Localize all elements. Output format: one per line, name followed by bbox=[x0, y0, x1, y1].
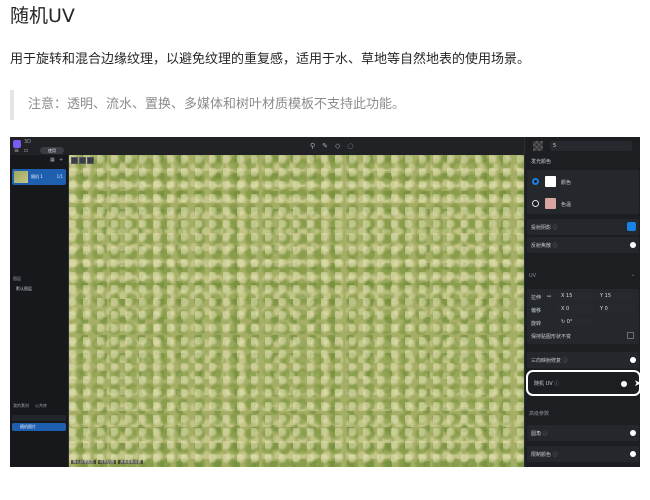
help-icon[interactable]: ⓘ bbox=[563, 358, 568, 364]
number-input[interactable]: 5 bbox=[550, 141, 632, 151]
limit-color-row: 限制颜色 ⓘ bbox=[527, 446, 639, 462]
app-name: 3D bbox=[24, 139, 32, 145]
triplanar-toggle[interactable] bbox=[630, 357, 636, 363]
layer-header: 图层 bbox=[13, 276, 21, 281]
library-item[interactable]: 随机图片 bbox=[12, 423, 66, 431]
limit-color-label: 限制颜色 ⓘ bbox=[531, 452, 558, 458]
link-icon[interactable]: ⚯ bbox=[547, 294, 551, 300]
square-icon[interactable]: ◇ bbox=[335, 142, 340, 150]
status-chip: 默认纹理图层 bbox=[71, 460, 96, 464]
uv-settings: 拉伸 ⚯ X 15 Y 15 偏移 X 0 Y 0 旋转 ↻ 0° 保持贴图形状… bbox=[527, 289, 639, 344]
save-button[interactable]: 使用 bbox=[40, 147, 64, 154]
offset-x-input[interactable]: X 0 bbox=[558, 305, 594, 313]
viewport-status-bar: 默认纹理图层 材质贴图 其他参数设置 bbox=[71, 460, 145, 465]
doc-title: 随机UV bbox=[10, 5, 75, 27]
triplanar-label: 三向映射修复 ⓘ bbox=[531, 358, 568, 364]
offset-label: 偏移 bbox=[531, 308, 542, 314]
properties-panel: 5 发光颜色 颜色 色温 投射阴影 ⓘ 反射焦散 ⓘ UV ⌄ 拉伸 ⚯ X 1… bbox=[524, 137, 640, 467]
left-panel: ▦ + 随机 1 1/1 图层 默认图层 我的素材 公共库 随机图片 bbox=[10, 155, 69, 467]
chevron-down-icon[interactable]: ⌄ bbox=[631, 272, 635, 278]
doc-description: 用于旋转和混合边缘纹理，以避免纹理的重复感，适用于水、草地等自然地表的使用场景。 bbox=[10, 52, 531, 67]
tile-x-input[interactable]: X 15 bbox=[558, 292, 594, 300]
color-swatch[interactable] bbox=[545, 176, 556, 187]
app-screenshot: 3D ≡ ▫ 使用 ⚲ ✎ ◇ ◌ ▦ + 随机 1 1/1 图层 默认图层 我的素材… bbox=[10, 137, 640, 467]
reflection-row: 反射焦散 ⓘ bbox=[527, 237, 639, 253]
rotation-input[interactable]: ↻ 0° bbox=[558, 318, 594, 326]
tab-my-assets[interactable]: 我的素材 bbox=[13, 403, 29, 408]
uv-section-header: UV bbox=[529, 273, 537, 279]
help-icon[interactable]: ⓘ bbox=[543, 431, 548, 437]
lasso-icon[interactable]: ◌ bbox=[347, 142, 353, 150]
library-tabs: 我的素材 公共库 bbox=[13, 403, 53, 409]
help-icon[interactable]: ⓘ bbox=[553, 243, 558, 249]
add-icon[interactable]: + bbox=[59, 157, 63, 163]
help-icon[interactable]: ⓘ bbox=[554, 381, 559, 387]
cursor-icon: ➤ bbox=[634, 379, 640, 389]
grid-view-icon[interactable]: ▦ bbox=[50, 157, 55, 163]
emission-color-label: 发光颜色 bbox=[531, 159, 552, 165]
advanced-section-header: 高级参数 bbox=[529, 411, 550, 417]
keep-ratio-label: 保持贴图形状不变 bbox=[531, 334, 572, 340]
cast-shadow-label: 投射阴影 ⓘ bbox=[531, 225, 558, 231]
help-icon[interactable]: ⓘ bbox=[553, 452, 558, 458]
tile-y-input[interactable]: Y 15 bbox=[597, 292, 635, 300]
texture-thumbnail bbox=[14, 171, 28, 183]
cast-shadow-toggle[interactable] bbox=[627, 222, 636, 231]
random-uv-highlight: 随机 UV ⓘ ➤ bbox=[526, 370, 640, 396]
status-chip: 材质贴图 bbox=[98, 460, 116, 464]
pen-icon[interactable]: ✎ bbox=[322, 142, 328, 150]
help-icon[interactable]: ⓘ bbox=[553, 225, 558, 231]
viewport-badge[interactable] bbox=[87, 157, 94, 164]
viewport-toolbar: ⚲ ✎ ◇ ◌ bbox=[310, 142, 361, 150]
limit-color-toggle[interactable] bbox=[630, 451, 636, 457]
random-uv-toggle[interactable] bbox=[621, 381, 627, 387]
pin-icon[interactable]: ⚲ bbox=[310, 142, 315, 150]
texture-count: 1/1 bbox=[56, 174, 63, 179]
layer-item[interactable]: 默认图层 bbox=[16, 286, 32, 292]
temperature-radio[interactable] bbox=[532, 200, 539, 207]
keep-ratio-checkbox[interactable] bbox=[627, 332, 634, 339]
temperature-option-label: 色温 bbox=[561, 202, 572, 208]
menu-icon[interactable]: ≡ bbox=[14, 148, 19, 154]
material-swatch[interactable] bbox=[533, 141, 543, 151]
offset-y-input[interactable]: Y 0 bbox=[597, 305, 635, 313]
color-options: 颜色 色温 bbox=[527, 170, 639, 214]
library-search-input[interactable] bbox=[12, 415, 66, 421]
random-uv-label: 随机 UV ⓘ bbox=[534, 381, 560, 387]
viewport-badge[interactable] bbox=[79, 157, 86, 164]
rotate-icon: ↻ bbox=[561, 319, 566, 325]
doc-note: 注意：透明、流水、置换、多媒体和树叶材质模板不支持此功能。 bbox=[10, 90, 640, 120]
rounded-toggle[interactable] bbox=[630, 430, 636, 436]
viewport-badge[interactable] bbox=[71, 157, 78, 164]
rounded-label: 圆角 ⓘ bbox=[531, 431, 548, 437]
temperature-swatch[interactable] bbox=[545, 198, 556, 209]
status-chip: 其他参数设置 bbox=[118, 460, 143, 464]
reflection-toggle[interactable] bbox=[630, 242, 636, 248]
color-radio[interactable] bbox=[532, 178, 539, 185]
cast-shadow-row: 投射阴影 ⓘ bbox=[527, 219, 639, 235]
tab-public-library[interactable]: 公共库 bbox=[35, 403, 47, 408]
texture-label: 随机 1 bbox=[31, 174, 43, 179]
reflection-label: 反射焦散 ⓘ bbox=[531, 243, 558, 249]
viewport-canvas[interactable]: 默认纹理图层 材质贴图 其他参数设置 bbox=[69, 155, 524, 467]
color-option-label: 颜色 bbox=[561, 180, 572, 186]
texture-item[interactable]: 随机 1 1/1 bbox=[12, 169, 66, 185]
rotation-label: 旋转 bbox=[531, 321, 542, 327]
tile-label: 拉伸 bbox=[531, 295, 542, 301]
page-icon[interactable]: ▫ bbox=[24, 148, 28, 154]
triplanar-row: 三向映射修复 ⓘ bbox=[527, 352, 639, 368]
rounded-row: 圆角 ⓘ bbox=[527, 425, 639, 441]
